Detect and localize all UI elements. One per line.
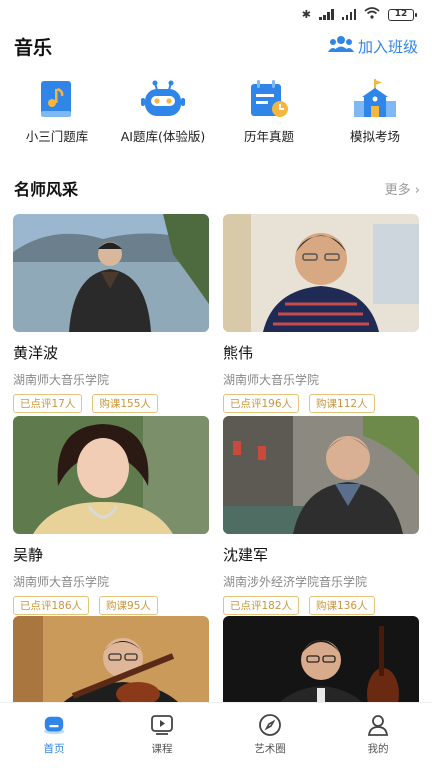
teacher-photo: [13, 214, 209, 332]
quick-entry-past-exams[interactable]: 历年真题: [217, 78, 321, 150]
video-play-icon: [150, 713, 174, 737]
teacher-card[interactable]: 沈建军 湖南涉外经济学院音乐学院 已点评182人 购课136人: [223, 416, 419, 615]
page-title: 音乐: [14, 37, 53, 59]
compass-icon: [258, 713, 282, 737]
teacher-card[interactable]: 黄洋波 湖南师大音乐学院 已点评17人 购课155人: [13, 214, 209, 413]
rated-count-badge: 已点评186人: [13, 596, 90, 615]
music-book-icon: [34, 78, 80, 120]
rated-count-badge: 已点评17人: [13, 394, 83, 413]
join-class-label: 加入班级: [357, 37, 418, 56]
quick-entry-label: 模拟考场: [349, 129, 400, 144]
join-class-button[interactable]: 加入班级: [327, 35, 418, 57]
purchase-count-badge: 购课95人: [99, 596, 158, 615]
teacher-school: 湖南师大音乐学院: [13, 575, 110, 589]
quick-entry-mock-exam[interactable]: 模拟考场: [323, 78, 427, 150]
teacher-photo: [223, 214, 419, 332]
header: 音乐 加入班级: [0, 28, 432, 66]
quick-entry-ai-bank[interactable]: AI题库(体验版): [111, 78, 215, 150]
more-link[interactable]: 更多 ›: [385, 179, 420, 198]
famous-teachers-header: 名师风采 更多 ›: [0, 176, 432, 200]
teacher-school: 湖南涉外经济学院音乐学院: [223, 575, 368, 589]
tab-home[interactable]: 首页: [0, 703, 108, 768]
status-icons: ✱ 12: [301, 7, 417, 22]
quick-entry-question-bank[interactable]: 小三门题库: [5, 78, 109, 150]
teacher-card[interactable]: 熊伟 湖南师大音乐学院 已点评196人 购课112人: [223, 214, 419, 413]
teacher-stats: 已点评17人 购课155人: [13, 394, 209, 413]
robot-icon: [140, 78, 186, 120]
teacher-photo: [13, 416, 209, 534]
quick-entry-label: 历年真题: [243, 129, 294, 144]
tab-label: 艺术圈: [254, 743, 286, 755]
wifi-icon: [364, 7, 380, 22]
status-bar: ✱ 12: [0, 0, 432, 28]
bluetooth-icon: ✱: [301, 8, 311, 21]
bottom-tab-bar: 首页 课程 艺术圈 我的: [0, 702, 432, 768]
tab-courses[interactable]: 课程: [108, 703, 216, 768]
teacher-name: 沈建军: [223, 546, 269, 564]
teacher-name: 熊伟: [223, 344, 254, 362]
teacher-stats: 已点评186人 购课95人: [13, 596, 209, 615]
rated-count-badge: 已点评182人: [223, 596, 300, 615]
home-icon: [42, 713, 66, 737]
tab-mine[interactable]: 我的: [324, 703, 432, 768]
battery-icon: 12: [388, 8, 417, 21]
teacher-name: 吴静: [13, 546, 44, 564]
rated-count-badge: 已点评196人: [223, 394, 300, 413]
tab-label: 课程: [151, 743, 173, 755]
school-building-icon: [352, 78, 398, 120]
calendar-clock-icon: [246, 78, 292, 120]
quick-entry-label: AI题库(体验版): [120, 129, 206, 144]
teacher-photo: [223, 416, 419, 534]
signal-hd-icon: [341, 9, 356, 20]
teacher-stats: 已点评182人 购课136人: [223, 596, 419, 615]
teacher-school: 湖南师大音乐学院: [13, 373, 110, 387]
teacher-school: 湖南师大音乐学院: [223, 373, 320, 387]
tab-label: 首页: [43, 743, 65, 755]
user-icon: [366, 713, 390, 737]
group-icon: [327, 35, 354, 57]
purchase-count-badge: 购课136人: [309, 596, 375, 615]
teacher-stats: 已点评196人 购课112人: [223, 394, 419, 413]
signal-icon: [319, 9, 334, 20]
quick-entry-label: 小三门题库: [25, 129, 89, 144]
quick-entry-row: 小三门题库 AI题库(体验版) 历年真题 模拟考场: [0, 78, 432, 150]
tab-label: 我的: [367, 743, 389, 755]
teacher-card[interactable]: 吴静 湖南师大音乐学院 已点评186人 购课95人: [13, 416, 209, 615]
tab-art-circle[interactable]: 艺术圈: [216, 703, 324, 768]
purchase-count-badge: 购课155人: [92, 394, 158, 413]
teacher-name: 黄洋波: [13, 344, 59, 362]
purchase-count-badge: 购课112人: [309, 394, 375, 413]
section-title: 名师风采: [14, 180, 79, 199]
